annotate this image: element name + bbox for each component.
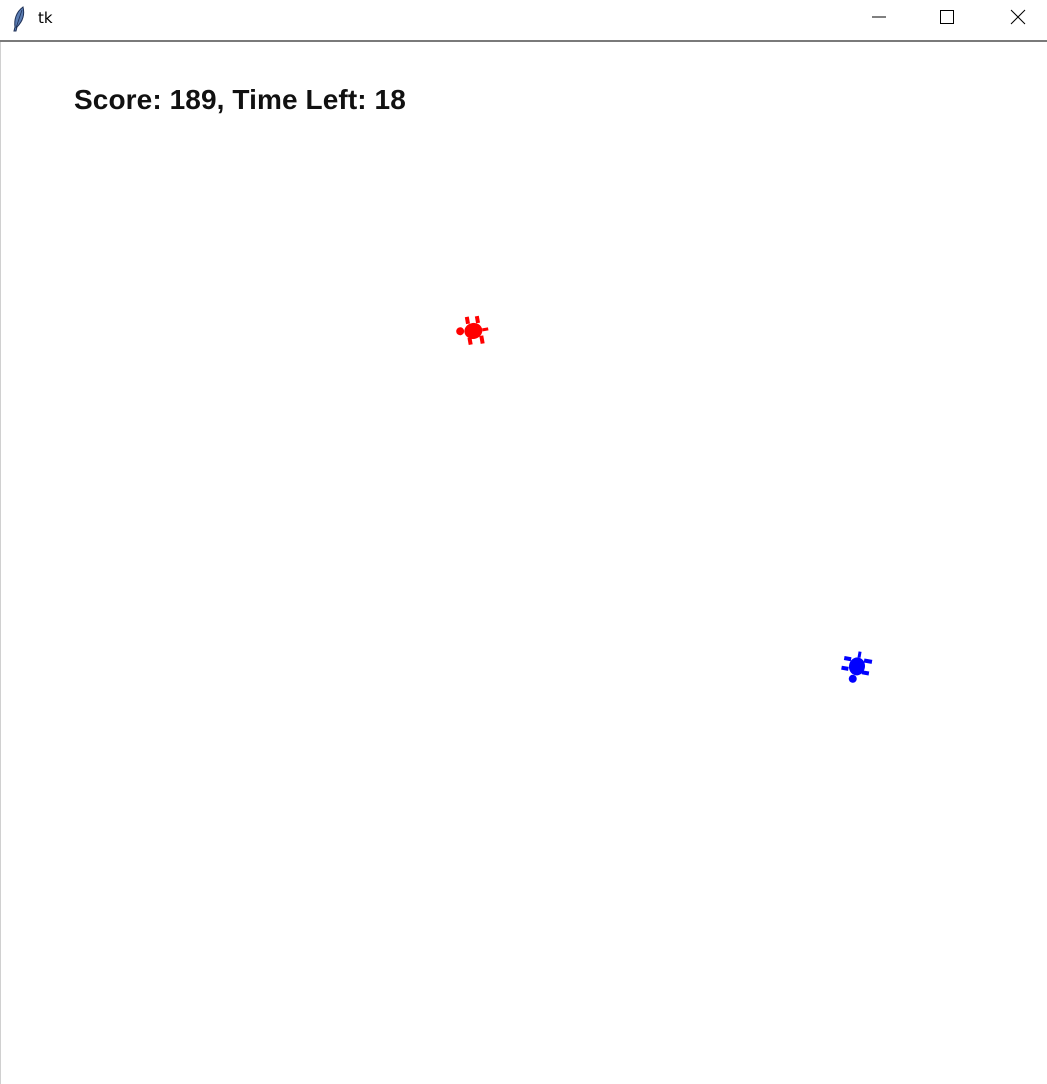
minimize-icon bbox=[872, 16, 886, 18]
blue-turtle[interactable] bbox=[835, 646, 875, 686]
feather-icon bbox=[13, 6, 25, 32]
turtle-shape bbox=[456, 315, 489, 345]
turtle-shape bbox=[841, 651, 873, 683]
close-icon bbox=[1010, 9, 1026, 25]
minimize-button[interactable] bbox=[844, 0, 914, 34]
maximize-button[interactable] bbox=[912, 0, 982, 34]
title-bar[interactable]: tk bbox=[0, 0, 1047, 42]
score-label: Score: 189, Time Left: 18 bbox=[74, 84, 406, 115]
close-button[interactable] bbox=[983, 0, 1047, 34]
window-title: tk bbox=[38, 9, 53, 27]
red-turtle[interactable] bbox=[453, 309, 493, 349]
maximize-icon bbox=[940, 10, 954, 24]
app-window: tk Score: 189, Time Left: 18 bbox=[0, 0, 1047, 1084]
game-canvas[interactable]: Score: 189, Time Left: 18 bbox=[0, 42, 1047, 1084]
